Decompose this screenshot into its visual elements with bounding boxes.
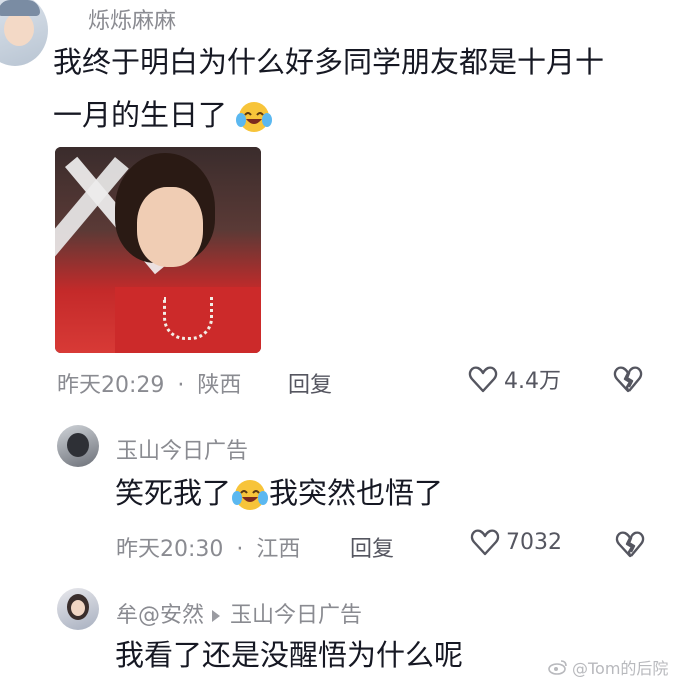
reply-header: 牟@安然 玉山今日广告 bbox=[116, 597, 362, 629]
heart-icon bbox=[468, 366, 498, 393]
avatar[interactable] bbox=[57, 425, 99, 467]
weibo-logo-icon bbox=[548, 660, 567, 675]
reply-button[interactable]: 回复 bbox=[288, 367, 332, 399]
comment-image[interactable] bbox=[55, 147, 261, 353]
watermark-text: @Tom的后院 bbox=[572, 659, 669, 678]
comment-location: 陕西 bbox=[197, 373, 242, 398]
laugh-cry-emoji-icon bbox=[236, 102, 273, 132]
avatar[interactable] bbox=[57, 588, 99, 630]
comment-username[interactable]: 烁烁麻麻 bbox=[88, 3, 176, 35]
comment-username[interactable]: 牟@安然 bbox=[116, 603, 204, 628]
reply-target-username[interactable]: 玉山今日广告 bbox=[230, 603, 362, 628]
comment-text-part: 笑死我了 bbox=[115, 476, 232, 510]
separator: · bbox=[236, 537, 244, 562]
watermark: @Tom的后院 bbox=[548, 655, 668, 679]
comment-text: 我看了还是没醒悟为什么呢 bbox=[115, 638, 464, 672]
dislike-button[interactable] bbox=[612, 365, 644, 397]
separator: · bbox=[177, 373, 185, 398]
comment-meta: 昨天20:30 · 江西 bbox=[116, 531, 300, 563]
laugh-cry-emoji-icon bbox=[232, 480, 269, 510]
broken-heart-icon bbox=[615, 531, 645, 558]
comment-text-part: 我突然也悟了 bbox=[269, 476, 444, 510]
like-count: 4.4万 bbox=[504, 369, 561, 394]
comment-meta: 昨天20:29 · 陕西 bbox=[57, 367, 241, 399]
like-count: 7032 bbox=[506, 529, 562, 555]
reply-arrow-icon bbox=[212, 610, 221, 622]
like-button[interactable]: 4.4万 bbox=[468, 363, 561, 395]
like-button[interactable]: 7032 bbox=[470, 528, 562, 556]
heart-icon bbox=[470, 529, 500, 556]
comment-text: 笑死我了 我突然也悟了 bbox=[115, 472, 443, 514]
comment-text-line: 一月的生日了 bbox=[53, 98, 228, 132]
comment-time: 昨天20:29 bbox=[57, 373, 165, 398]
avatar[interactable] bbox=[0, 0, 48, 66]
comment-text: 一月的生日了 bbox=[53, 94, 273, 136]
comment-location: 江西 bbox=[256, 537, 301, 562]
comment-time: 昨天20:30 bbox=[116, 537, 224, 562]
broken-heart-icon bbox=[613, 366, 643, 393]
comment-text-line: 我终于明白为什么好多同学朋友都是十月十 bbox=[53, 45, 605, 79]
dislike-button[interactable] bbox=[614, 530, 646, 562]
reply-button[interactable]: 回复 bbox=[350, 531, 394, 563]
comment-text: 我终于明白为什么好多同学朋友都是十月十 bbox=[53, 41, 604, 83]
comment-username[interactable]: 玉山今日广告 bbox=[116, 433, 248, 465]
